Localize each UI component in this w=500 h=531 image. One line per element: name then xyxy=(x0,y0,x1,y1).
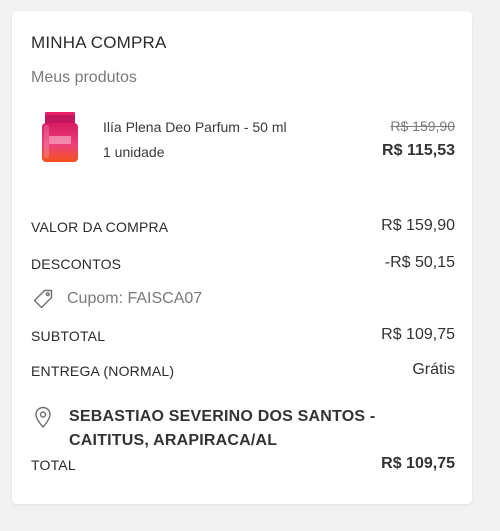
summary-title: MINHA COMPRA xyxy=(31,33,167,52)
subtotal-value: R$ 109,75 xyxy=(381,326,455,343)
delivery-label: ENTREGA (NORMAL) xyxy=(31,363,175,379)
products-subtitle: Meus produtos xyxy=(31,69,137,86)
discounts-label: DESCONTOS xyxy=(31,256,122,272)
discounts-value: -R$ 50,15 xyxy=(384,254,455,271)
delivery-value: Grátis xyxy=(412,361,455,378)
product-quantity: 1 unidade xyxy=(103,144,165,160)
purchase-value: R$ 159,90 xyxy=(381,217,455,234)
tag-icon xyxy=(33,289,53,309)
product-original-price: R$ 159,90 xyxy=(390,118,455,134)
total-label: TOTAL xyxy=(31,457,76,473)
delivery-address: SEBASTIAO SEVERINO DOS SANTOS - CAITITUS… xyxy=(31,405,451,453)
product-final-price: R$ 115,53 xyxy=(382,142,455,159)
order-summary-card: MINHA COMPRA Meus produtos Ilía Plena De… xyxy=(12,11,472,504)
subtotal-label: SUBTOTAL xyxy=(31,328,106,344)
purchase-value-label: VALOR DA COMPRA xyxy=(31,219,169,235)
coupon-code: Cupom: FAISCA07 xyxy=(67,290,203,307)
product-image[interactable] xyxy=(39,110,81,164)
location-pin-icon xyxy=(35,406,51,428)
product-name[interactable]: Ilía Plena Deo Parfum - 50 ml xyxy=(103,119,287,135)
coupon-row: Cupom: FAISCA07 xyxy=(31,287,202,311)
address-text: SEBASTIAO SEVERINO DOS SANTOS - CAITITUS… xyxy=(69,408,376,449)
total-value: R$ 109,75 xyxy=(381,455,455,472)
